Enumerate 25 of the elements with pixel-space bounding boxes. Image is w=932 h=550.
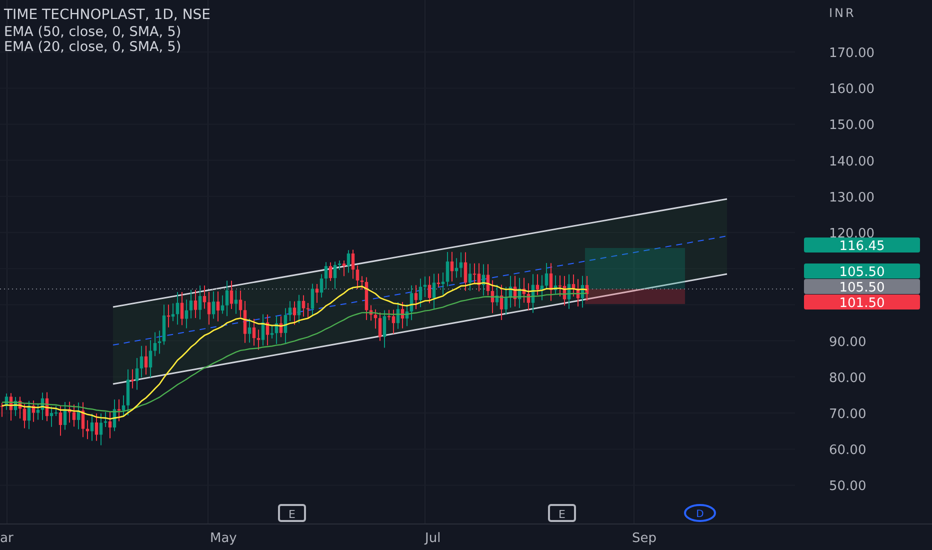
- indicator-label: EMA (50, close, 0, SMA, 5): [4, 24, 182, 40]
- price-tag: 105.50: [804, 264, 920, 280]
- price-label: 160.00: [829, 82, 874, 98]
- price-tag: 116.45: [804, 238, 920, 254]
- price-label: 90.00: [829, 334, 866, 350]
- price-label: 130.00: [829, 190, 874, 206]
- price-label: 70.00: [829, 407, 866, 422]
- dividend-marker[interactable]: D: [684, 504, 716, 522]
- currency-label: INR: [829, 6, 856, 20]
- price-tag: 101.50: [804, 294, 920, 311]
- earnings-marker[interactable]: E: [548, 504, 576, 522]
- price-label: 80.00: [829, 370, 866, 386]
- indicator-label: EMA (20, close, 0, SMA, 5): [4, 39, 182, 55]
- price-label: 140.00: [829, 154, 874, 170]
- price-label: 60.00: [829, 443, 866, 458]
- symbol-title: TIME TECHNOPLAST, 1D, NSE: [4, 7, 211, 23]
- date-label: ar: [0, 531, 14, 546]
- date-label: Sep: [632, 531, 657, 546]
- price-label: 170.00: [829, 46, 874, 61]
- price-label: 50.00: [829, 479, 866, 494]
- earnings-marker[interactable]: E: [278, 504, 306, 522]
- price-tag: 105.50: [804, 279, 920, 296]
- date-label: May: [210, 531, 237, 546]
- date-label: Jul: [425, 531, 441, 546]
- price-label: 150.00: [829, 118, 874, 134]
